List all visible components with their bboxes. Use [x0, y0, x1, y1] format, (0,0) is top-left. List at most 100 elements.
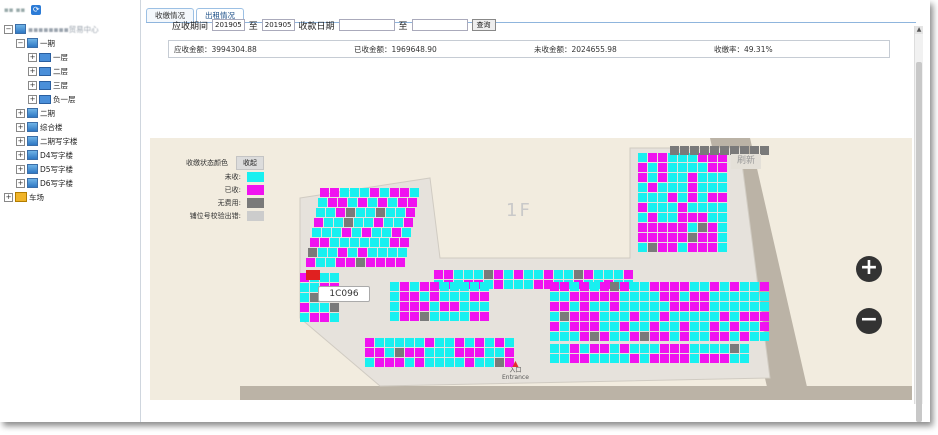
- store-unit[interactable]: [740, 282, 749, 291]
- store-unit[interactable]: [658, 223, 667, 232]
- store-unit[interactable]: [372, 228, 381, 237]
- store-unit[interactable]: [354, 218, 363, 227]
- store-unit[interactable]: [690, 312, 699, 321]
- expand-icon[interactable]: +: [28, 94, 37, 104]
- store-unit[interactable]: [720, 322, 729, 331]
- store-unit[interactable]: [620, 292, 629, 301]
- store-unit[interactable]: [406, 208, 415, 217]
- store-unit[interactable]: [376, 208, 385, 217]
- store-unit[interactable]: [318, 198, 327, 207]
- store-unit[interactable]: [396, 208, 405, 217]
- store-unit[interactable]: [650, 322, 659, 331]
- store-unit[interactable]: [698, 223, 707, 232]
- store-unit[interactable]: [680, 312, 689, 321]
- store-unit[interactable]: [600, 282, 609, 291]
- store-unit[interactable]: [560, 302, 569, 311]
- store-unit[interactable]: [400, 312, 409, 321]
- store-unit[interactable]: [385, 338, 394, 347]
- store-unit[interactable]: [730, 344, 739, 353]
- store-unit[interactable]: [450, 292, 459, 301]
- store-unit[interactable]: [338, 198, 347, 207]
- store-unit[interactable]: [318, 248, 327, 257]
- store-unit[interactable]: [760, 322, 769, 331]
- store-unit[interactable]: [316, 258, 325, 267]
- store-unit[interactable]: [395, 358, 404, 367]
- store-unit[interactable]: [648, 223, 657, 232]
- store-unit[interactable]: [320, 238, 329, 247]
- selected-store-unit[interactable]: [306, 270, 320, 280]
- store-unit[interactable]: [390, 282, 399, 291]
- store-unit[interactable]: [460, 292, 469, 301]
- store-unit[interactable]: [648, 163, 657, 172]
- store-unit[interactable]: [648, 153, 657, 162]
- store-unit[interactable]: [660, 312, 669, 321]
- store-unit[interactable]: [718, 243, 727, 252]
- store-unit[interactable]: [580, 332, 589, 341]
- store-unit[interactable]: [650, 302, 659, 311]
- store-unit[interactable]: [390, 188, 399, 197]
- tree-node[interactable]: + 负一层: [4, 92, 99, 106]
- floor-map[interactable]: 1F 刷新 收缴状态颜色 收起 未收: 已收: 无费用: 铺位号校验出错: 1C…: [150, 138, 912, 400]
- store-unit[interactable]: [342, 228, 351, 237]
- store-unit[interactable]: [658, 213, 667, 222]
- store-unit[interactable]: [638, 243, 647, 252]
- store-unit[interactable]: [688, 223, 697, 232]
- store-unit[interactable]: [470, 292, 479, 301]
- store-unit[interactable]: [368, 198, 377, 207]
- store-unit[interactable]: [678, 173, 687, 182]
- store-unit[interactable]: [485, 358, 494, 367]
- store-unit[interactable]: [610, 302, 619, 311]
- store-unit[interactable]: [382, 228, 391, 237]
- store-unit[interactable]: [320, 188, 329, 197]
- store-unit[interactable]: [344, 218, 353, 227]
- store-unit[interactable]: [375, 338, 384, 347]
- store-unit[interactable]: [610, 354, 619, 363]
- tree-node[interactable]: + D6写字楼: [4, 176, 99, 190]
- store-unit[interactable]: [365, 348, 374, 357]
- store-unit[interactable]: [760, 292, 769, 301]
- store-unit[interactable]: [356, 258, 365, 267]
- store-unit[interactable]: [708, 213, 717, 222]
- store-unit[interactable]: [638, 193, 647, 202]
- store-unit[interactable]: [718, 223, 727, 232]
- store-unit[interactable]: [708, 173, 717, 182]
- store-unit[interactable]: [560, 332, 569, 341]
- store-unit[interactable]: [384, 218, 393, 227]
- collapse-icon[interactable]: −: [4, 24, 13, 34]
- expand-icon[interactable]: +: [4, 192, 13, 202]
- expand-icon[interactable]: +: [16, 150, 25, 160]
- store-unit[interactable]: [310, 238, 319, 247]
- store-unit[interactable]: [670, 344, 679, 353]
- store-unit[interactable]: [380, 238, 389, 247]
- store-unit[interactable]: [638, 233, 647, 242]
- store-unit[interactable]: [420, 312, 429, 321]
- store-unit[interactable]: [514, 280, 523, 289]
- store-unit[interactable]: [688, 193, 697, 202]
- store-unit[interactable]: [650, 292, 659, 301]
- store-unit[interactable]: [668, 223, 677, 232]
- store-unit[interactable]: [480, 292, 489, 301]
- store-unit[interactable]: [366, 258, 375, 267]
- store-unit[interactable]: [314, 218, 323, 227]
- store-unit[interactable]: [570, 322, 579, 331]
- store-unit[interactable]: [415, 338, 424, 347]
- store-unit[interactable]: [760, 332, 769, 341]
- store-unit[interactable]: [430, 282, 439, 291]
- store-unit[interactable]: [678, 183, 687, 192]
- store-unit[interactable]: [620, 354, 629, 363]
- store-unit[interactable]: [326, 208, 335, 217]
- store-unit[interactable]: [718, 213, 727, 222]
- store-unit[interactable]: [700, 292, 709, 301]
- store-unit[interactable]: [720, 354, 729, 363]
- tree-node[interactable]: + 一层: [4, 50, 99, 64]
- store-unit[interactable]: [312, 228, 321, 237]
- store-unit[interactable]: [640, 282, 649, 291]
- store-unit[interactable]: [600, 302, 609, 311]
- store-unit[interactable]: [630, 282, 639, 291]
- store-unit[interactable]: [300, 313, 309, 322]
- store-unit[interactable]: [640, 354, 649, 363]
- floor-plan-canvas[interactable]: [150, 138, 912, 400]
- store-unit[interactable]: [465, 338, 474, 347]
- store-unit[interactable]: [570, 312, 579, 321]
- store-unit[interactable]: [708, 243, 717, 252]
